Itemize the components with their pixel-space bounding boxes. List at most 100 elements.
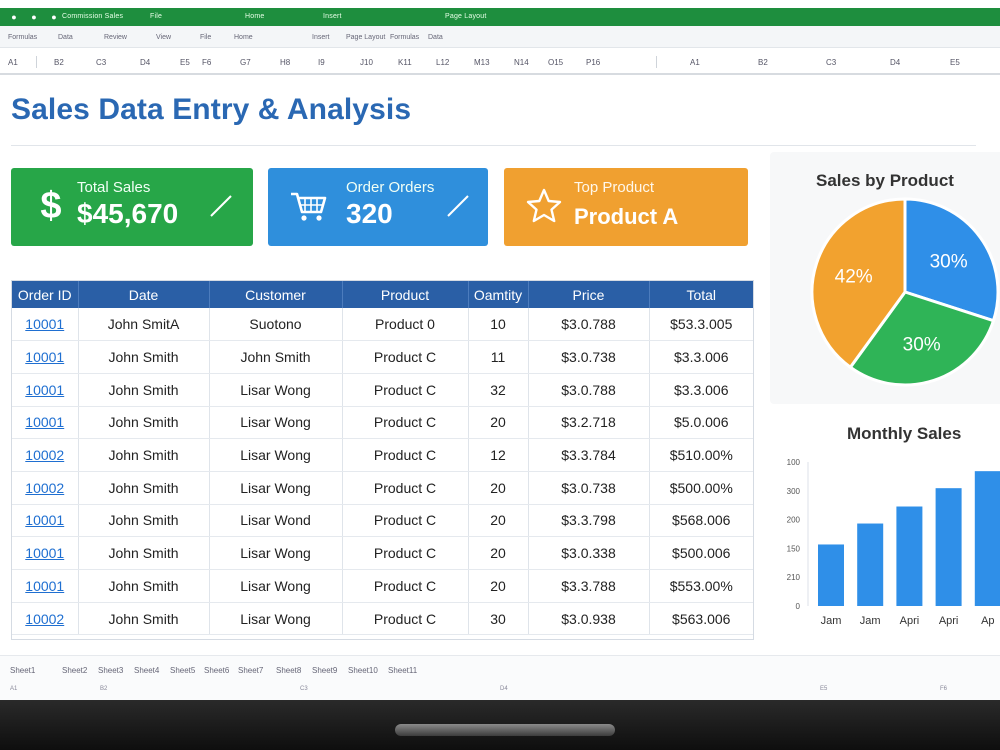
toolbar-cell[interactable]: H8 [280, 58, 290, 67]
kpi-card-orders[interactable]: Order Orders 320 [268, 168, 488, 246]
close-window-icon[interactable]: ● [8, 11, 20, 23]
sheet-tab[interactable]: Sheet3 [98, 666, 123, 675]
column-header-quantity[interactable]: Oamtity [468, 281, 529, 308]
ribbon-tab[interactable]: Formulas [390, 34, 419, 41]
y-tick-label: 150 [787, 544, 801, 553]
kpi-card-top-product[interactable]: Top Product Product A [504, 168, 748, 246]
toolbar-cell[interactable]: D4 [140, 58, 150, 67]
sheet-tab[interactable]: Sheet6 [204, 666, 229, 675]
kpi-value: $45,670 [77, 198, 179, 229]
table-row[interactable]: 10001 John Smith Lisar Wong Product C 32 $3.0… [12, 373, 753, 407]
ribbon-tab[interactable]: Data [428, 34, 443, 41]
table-row[interactable]: 10002 John Smith Lisar Wong Product C 30 $3.0… [12, 602, 753, 636]
bar[interactable] [818, 544, 844, 606]
column-header-total[interactable]: Total [649, 281, 753, 308]
order-id-link[interactable]: 10001 [12, 340, 79, 374]
toolbar-cell[interactable]: F6 [202, 58, 211, 67]
order-id-link[interactable]: 10002 [12, 438, 79, 472]
x-tick-label: Ap [981, 615, 994, 627]
ribbon-tab[interactable]: Data [58, 34, 73, 41]
ribbon-tab[interactable]: File [200, 34, 211, 41]
ribbon-tab[interactable]: Insert [312, 34, 330, 41]
sheet-tab[interactable]: Sheet5 [170, 666, 195, 675]
sheet-tab[interactable]: Sheet8 [276, 666, 301, 675]
ribbon-tab[interactable]: Page Layout [346, 34, 385, 41]
maximize-window-icon[interactable]: ● [48, 11, 60, 23]
table-row[interactable]: 10001 John SmitA Suotono Product 0 10 $3.0.78… [12, 308, 753, 342]
column-header-customer[interactable]: Customer [209, 281, 343, 308]
toolbar-cell[interactable]: C3 [826, 58, 836, 67]
toolbar-cell[interactable]: B2 [54, 58, 64, 67]
y-tick-label: 0 [796, 602, 801, 611]
table-row[interactable]: 10001 John Smith Lisar Wong Product C 20 $3.2… [12, 406, 753, 440]
ribbon-tab[interactable]: Review [104, 34, 127, 41]
toolbar-cell[interactable]: G7 [240, 58, 251, 67]
toolbar-cell[interactable]: A1 [690, 58, 700, 67]
sheet-tab[interactable]: Sheet7 [238, 666, 263, 675]
sheet-tab[interactable]: Sheet1 [10, 666, 35, 675]
toolbar-cell[interactable]: K11 [398, 58, 412, 67]
toolbar-cell[interactable]: I9 [318, 58, 325, 67]
sheet-tab[interactable]: Sheet10 [348, 666, 378, 675]
column-header-date[interactable]: Date [78, 281, 210, 308]
table-row[interactable]: 10001 John Smith Lisar Wond Product C 20 $3.3… [12, 504, 753, 538]
spreadsheet-window: ● ● ● Commission Sales File Home Insert … [0, 0, 1000, 700]
total-cell: $5.0.006 [649, 406, 753, 440]
menu-file[interactable]: File [150, 13, 162, 20]
sheet-tab[interactable]: Sheet2 [62, 666, 87, 675]
toolbar-cell[interactable]: A1 [8, 58, 18, 67]
table-row[interactable]: 10001 John Smith Lisar Wong Product C 20 $3.3… [12, 569, 753, 603]
ribbon-tab[interactable]: Formulas [8, 34, 37, 41]
toolbar-cell[interactable]: J10 [360, 58, 373, 67]
bar[interactable] [896, 506, 923, 606]
menu-insert[interactable]: Insert [323, 13, 342, 20]
toolbar-cell[interactable]: O15 [548, 58, 563, 67]
bar[interactable] [974, 471, 1000, 606]
minimize-window-icon[interactable]: ● [28, 11, 40, 23]
product-cell: Product C [342, 536, 469, 570]
bar[interactable] [857, 523, 884, 606]
table-row[interactable]: 10002 John Smith Lisar Wong Product C 20 $3.0… [12, 471, 753, 505]
toolbar-cell[interactable]: N14 [514, 58, 529, 67]
order-id-link[interactable]: 10001 [12, 373, 79, 407]
toolbar-cell[interactable]: L12 [436, 58, 449, 67]
column-header-order-id[interactable]: Order ID [12, 281, 79, 308]
ribbon-tab[interactable]: View [156, 34, 171, 41]
sheet-tab[interactable]: Sheet9 [312, 666, 337, 675]
column-header-price[interactable]: Price [528, 281, 650, 308]
menu-home[interactable]: Home [245, 13, 264, 20]
kpi-card-total-sales[interactable]: $ Total Sales $45,670 [11, 168, 253, 246]
order-id-link[interactable]: 10002 [12, 471, 79, 505]
ribbon-tab[interactable]: Home [234, 34, 253, 41]
order-id-link[interactable]: 10001 [12, 406, 79, 440]
kpi-value: 320 [346, 198, 393, 229]
toolbar-cell[interactable]: B2 [758, 58, 768, 67]
sheet-tabs-bar: Sheet1 Sheet2 Sheet3 Sheet4 Sheet5 Sheet… [0, 655, 1000, 700]
toolbar-cell[interactable]: E5 [950, 58, 960, 67]
sheet-tab[interactable]: Sheet11 [388, 666, 417, 675]
bar[interactable] [935, 488, 962, 606]
order-id-link[interactable]: 10001 [12, 504, 79, 538]
table-row[interactable]: 10001 John Smith John Smith Product C 11 $3.0… [12, 340, 753, 374]
order-id-link[interactable]: 10001 [12, 536, 79, 570]
customer-cell: Lisar Wong [209, 602, 343, 636]
toolbar-cell[interactable]: E5 [180, 58, 190, 67]
order-id-link[interactable]: 10001 [12, 569, 79, 603]
table-row[interactable]: 10002 John Smith Lisar Wong Product C 12 $3.3… [12, 438, 753, 472]
table-row[interactable]: 10001 John Smith Lisar Wong Product C 20 $3.0… [12, 536, 753, 570]
toolbar-cell[interactable]: D4 [890, 58, 900, 67]
ribbon-tabs: Formulas Data Review View File Home Inse… [0, 26, 1000, 48]
dollar-icon: $ [40, 185, 62, 227]
customer-cell: Lisar Wong [209, 536, 343, 570]
sheet-tab[interactable]: Sheet4 [134, 666, 159, 675]
order-id-link[interactable]: 10001 [12, 308, 79, 342]
menu-page-layout[interactable]: Page Layout [445, 13, 487, 20]
toolbar-cell[interactable]: M13 [474, 58, 490, 67]
toolbar-cell[interactable]: P16 [586, 58, 600, 67]
toolbar-cell[interactable]: C3 [96, 58, 106, 67]
price-cell: $3.0.738 [528, 471, 650, 505]
column-header-product[interactable]: Product [342, 281, 469, 308]
quantity-cell: 20 [468, 471, 529, 505]
order-id-link[interactable]: 10002 [12, 602, 79, 636]
total-cell: $3.3.006 [649, 373, 753, 407]
